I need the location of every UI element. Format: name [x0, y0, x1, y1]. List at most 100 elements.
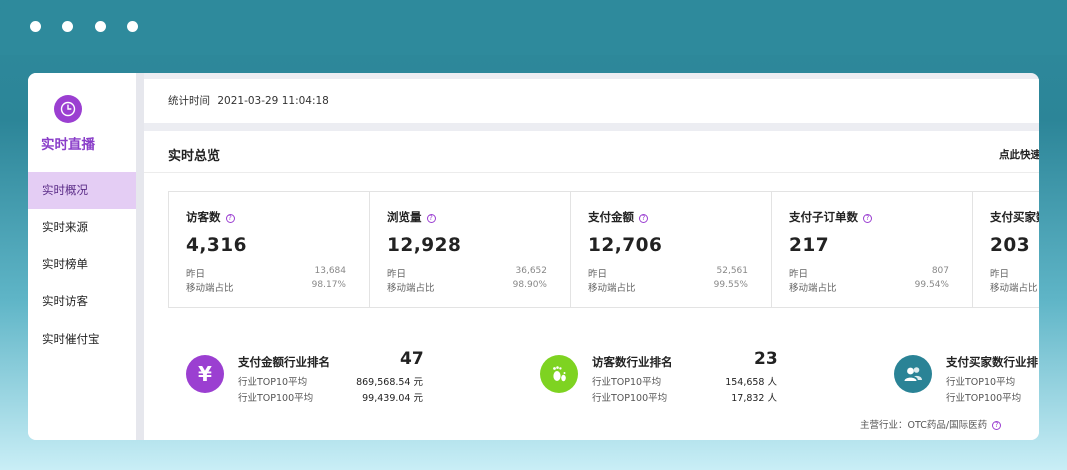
sidebar-item-label: 实时访客 [42, 294, 88, 308]
metric-label-text: 浏览量 [387, 210, 422, 224]
metric-yesterday: 昨日 [990, 266, 1039, 280]
window-dot[interactable] [30, 21, 41, 32]
ranking-top10-label: 行业TOP10平均 [238, 377, 308, 388]
metric-row-value: 13,684 [314, 266, 347, 276]
metric-mobile: 移动端占比 98.90% [387, 280, 547, 294]
ranking-card-visitors: 访客数行业排名 23 行业TOP10平均 154,658 人 行业TOP100平… [522, 338, 822, 408]
metric-row-value: 99.54% [914, 280, 949, 290]
metric-value: 12,928 [387, 235, 462, 256]
panel-title: 实时总览 [168, 149, 221, 164]
sidebar-item-label: 实时催付宝 [42, 332, 100, 346]
metric-row-label: 昨日 [387, 269, 407, 280]
metric-yesterday: 昨日 807 [789, 266, 949, 280]
help-icon[interactable]: ? [225, 214, 235, 223]
metric-card[interactable]: 浏览量? 12,928 昨日 36,652 移动端占比 98.90% [370, 192, 571, 307]
metric-row-label: 昨日 [588, 269, 608, 280]
industry-label: 主营行业： [860, 420, 908, 431]
sidebar-item-source[interactable]: 实时来源 [28, 209, 136, 246]
metric-yesterday: 昨日 52,561 [588, 266, 748, 280]
stat-time-bar: 统计时间 2021-03-29 11:04:18 [144, 79, 1039, 123]
window-titlebar [0, 0, 1067, 55]
metric-label-text: 支付子订单数 [789, 210, 858, 224]
metric-row-label: 昨日 [186, 269, 206, 280]
main-industry: 主营行业：OTC药品/国际医药? [860, 417, 1002, 431]
window-dot[interactable] [95, 21, 106, 32]
ranking-card-payment: ¥ 支付金额行业排名 47 行业TOP10平均 869,568.54 元 行业T… [168, 338, 468, 408]
metric-mobile: 移动端占比 [990, 280, 1039, 294]
metric-row-label: 移动端占比 [186, 283, 234, 294]
metric-row-label: 移动端占比 [990, 283, 1038, 294]
ranking-value: 47 [400, 349, 424, 369]
metric-row-label: 移动端占比 [588, 283, 636, 294]
ranking-top100-label: 行业TOP100平均 [238, 393, 314, 404]
users-icon [894, 355, 932, 393]
sidebar-divider [136, 73, 144, 440]
sidebar-item-label: 实时概况 [42, 183, 88, 197]
help-icon[interactable]: ? [863, 214, 872, 223]
sidebar: 实时直播 实时概况 实时来源 实时榜单 实时访客 实时催付宝 [28, 73, 136, 440]
metric-yesterday: 昨日 13,684 [186, 266, 346, 280]
metric-mobile: 移动端占比 99.55% [588, 280, 748, 294]
sidebar-item-ranking[interactable]: 实时榜单 [28, 246, 136, 283]
metric-label: 浏览量? [387, 209, 436, 225]
metric-value: 217 [789, 235, 830, 256]
ranking-title: 访客数行业排名 [592, 355, 673, 369]
metric-row-value: 99.55% [713, 280, 748, 290]
window-dot[interactable] [127, 21, 138, 32]
clock-icon [54, 95, 82, 123]
ranking-top100-value: 99,439.04 元 [362, 393, 423, 404]
overview-panel: 实时总览 点此快速 访客数? 4,316 昨日 13,684 移动端占比 98.17… [144, 131, 1039, 440]
metric-value: 12,706 [588, 235, 663, 256]
metrics-grid: 访客数? 4,316 昨日 13,684 移动端占比 98.17% 浏览量? 12,… [168, 191, 1039, 308]
ranking-card-buyers: 支付买家数行业排 行业TOP10平均 行业TOP100平均 [876, 338, 1039, 408]
quick-link[interactable]: 点此快速 [999, 147, 1039, 162]
metric-row-value: 98.17% [311, 280, 346, 290]
metric-card[interactable]: 支付子订单数? 217 昨日 807 移动端占比 99.54% [772, 192, 973, 307]
ranking-top100-label: 行业TOP100平均 [946, 393, 1022, 404]
panel-header: 实时总览 点此快速 [144, 131, 1039, 173]
metric-label: 访客数? [186, 209, 235, 225]
help-icon[interactable]: ? [992, 421, 1002, 430]
ranking-top10-label: 行业TOP10平均 [592, 377, 662, 388]
sidebar-item-payment-reminder[interactable]: 实时催付宝 [28, 321, 136, 358]
ranking-title: 支付买家数行业排 [946, 355, 1038, 369]
ranking-top100-label: 行业TOP100平均 [592, 393, 668, 404]
metric-yesterday: 昨日 36,652 [387, 266, 547, 280]
metric-mobile: 移动端占比 99.54% [789, 280, 949, 294]
metric-card[interactable]: 支付金额? 12,706 昨日 52,561 移动端占比 99.55% [571, 192, 772, 307]
metric-label-text: 支付买家数 [990, 210, 1039, 224]
yen-icon: ¥ [186, 355, 224, 393]
metric-row-label: 昨日 [990, 269, 1010, 280]
stat-time-label: 统计时间 [168, 95, 210, 107]
stat-time-value: 2021-03-29 11:04:18 [217, 95, 329, 107]
metric-value: 203 [990, 235, 1031, 256]
app-window: 实时直播 实时概况 实时来源 实时榜单 实时访客 实时催付宝 统计时间 2021… [28, 73, 1039, 440]
window-dot[interactable] [62, 21, 73, 32]
metric-row-label: 移动端占比 [387, 283, 435, 294]
metric-label-text: 访客数 [186, 210, 221, 224]
footprint-icon [540, 355, 578, 393]
metric-card[interactable]: 访客数? 4,316 昨日 13,684 移动端占比 98.17% [169, 192, 370, 307]
ranking-top10-value: 869,568.54 元 [356, 377, 423, 388]
ranking-value: 23 [754, 349, 778, 369]
ranking-top10-value: 154,658 人 [725, 377, 777, 388]
metric-row-value: 807 [931, 266, 949, 276]
brand-title: 实时直播 [41, 137, 95, 153]
main-content: 统计时间 2021-03-29 11:04:18 实时总览 点此快速 访客数? … [144, 73, 1039, 440]
sidebar-item-overview[interactable]: 实时概况 [28, 172, 136, 209]
metric-row-value: 98.90% [512, 280, 547, 290]
metric-card[interactable]: 支付买家数 203 昨日 移动端占比 [973, 192, 1039, 307]
metric-value: 4,316 [186, 235, 248, 256]
sidebar-item-label: 实时榜单 [42, 257, 88, 271]
sidebar-item-label: 实时来源 [42, 220, 88, 234]
help-icon[interactable]: ? [639, 214, 648, 223]
sidebar-item-visitors[interactable]: 实时访客 [28, 283, 136, 320]
metric-label: 支付买家数 [990, 209, 1039, 225]
metric-label-text: 支付金额 [588, 210, 634, 224]
ranking-top10-label: 行业TOP10平均 [946, 377, 1016, 388]
metric-label: 支付子订单数? [789, 209, 872, 225]
metric-row-label: 移动端占比 [789, 283, 837, 294]
help-icon[interactable]: ? [426, 214, 436, 223]
metric-row-value: 36,652 [515, 266, 548, 276]
industry-value: OTC药品/国际医药 [907, 420, 988, 431]
